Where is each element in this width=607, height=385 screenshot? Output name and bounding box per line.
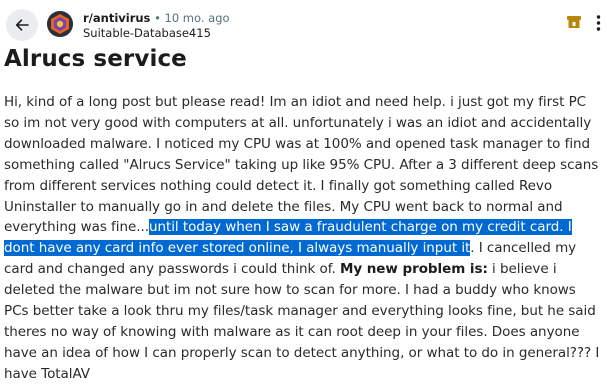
meta-separator: •	[154, 11, 161, 25]
award-icon[interactable]	[566, 14, 582, 30]
more-vertical-icon[interactable]	[590, 12, 607, 34]
arrow-left-icon	[15, 19, 29, 31]
subreddit-avatar-icon[interactable]	[47, 11, 73, 37]
subreddit-link[interactable]: r/antivirus	[83, 11, 150, 25]
back-button[interactable]	[6, 9, 38, 41]
author-username[interactable]: Suitable-Database415	[83, 26, 230, 41]
post-meta: r/antivirus • 10 mo. ago Suitable-Databa…	[83, 11, 230, 41]
body-text-intro: Hi, kind of a long post but please read!…	[4, 94, 599, 236]
body-text-end: i believe i deleted the malware but im n…	[4, 261, 600, 382]
post-time: 10 mo. ago	[164, 11, 230, 25]
post-title: Alrucs service	[4, 46, 187, 72]
post-body: Hi, kind of a long post but please read!…	[4, 92, 604, 385]
bold-text: My new problem is:	[339, 261, 488, 278]
